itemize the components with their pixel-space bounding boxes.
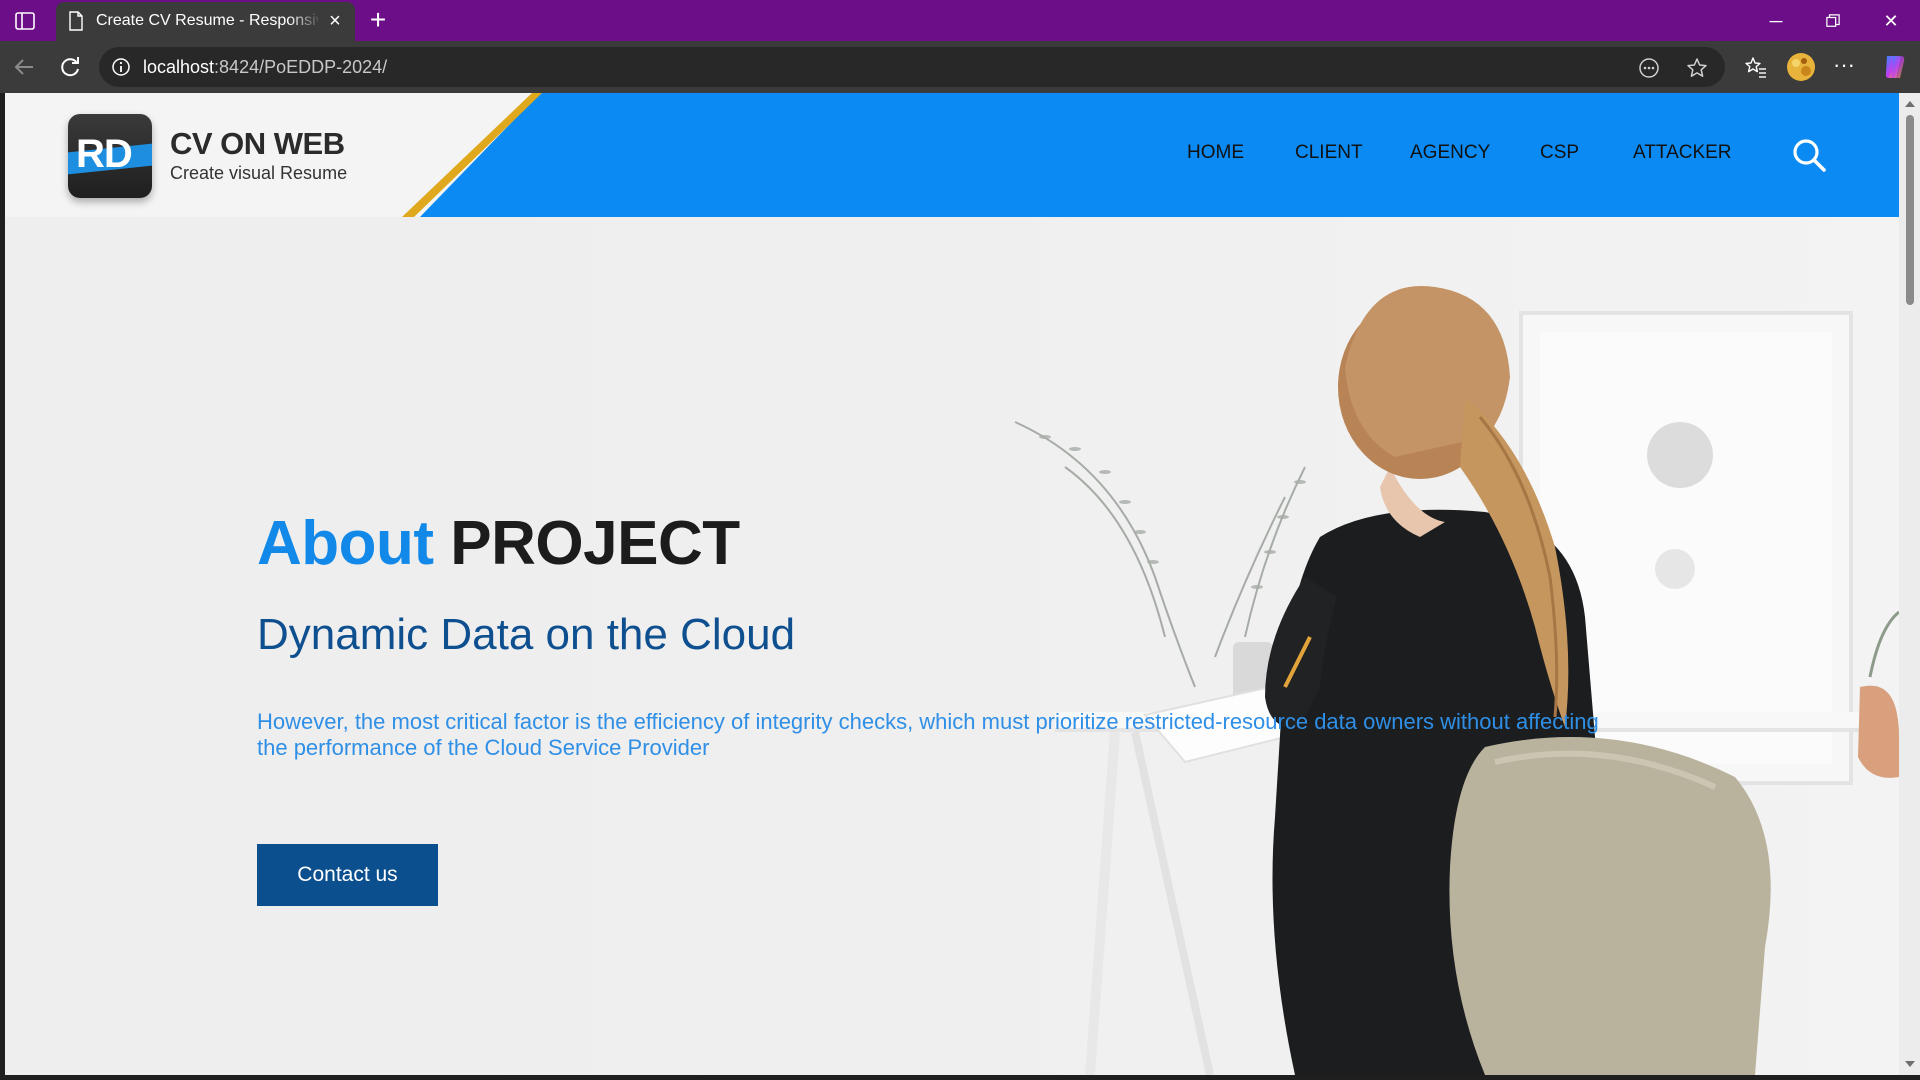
logo-letters: RD: [76, 132, 133, 176]
hero-description: However, the most critical factor is the…: [257, 709, 1599, 760]
hero-section: About PROJECT Dynamic Data on the Cloud …: [5, 217, 1899, 1075]
url-path: :8424/PoEDDP-2024/: [214, 57, 388, 77]
page-icon: [69, 11, 83, 31]
page-scrollbar[interactable]: [1899, 93, 1920, 1075]
site-info-icon[interactable]: [111, 57, 131, 77]
restore-icon[interactable]: [1813, 6, 1853, 36]
hero-background-image: [1014, 286, 1899, 1075]
nav-agency[interactable]: AGENCY: [1410, 142, 1490, 166]
hero-title-rest: PROJECT: [450, 509, 740, 578]
search-icon[interactable]: [1789, 135, 1829, 175]
hero-title: About PROJECT: [257, 508, 740, 579]
scroll-down-arrow-icon[interactable]: [1903, 1057, 1917, 1071]
active-tab[interactable]: Create CV Resume - Responsive HTML ×: [56, 2, 355, 41]
nav-client[interactable]: CLIENT: [1295, 142, 1363, 166]
more-options-icon[interactable]: ···: [1831, 54, 1857, 80]
contact-us-button[interactable]: Contact us: [257, 844, 438, 906]
hero-subtitle: Dynamic Data on the Cloud: [257, 610, 796, 659]
reload-icon[interactable]: [56, 53, 84, 81]
site-logo[interactable]: RD: [68, 114, 152, 198]
favorites-list-icon[interactable]: [1743, 54, 1769, 80]
reading-mode-icon[interactable]: [1637, 56, 1661, 80]
tab-title: Create CV Resume - Responsive HTML: [96, 12, 318, 29]
profile-avatar-icon[interactable]: [1786, 52, 1816, 82]
brand-name[interactable]: CV ON WEB: [170, 126, 345, 162]
copilot-icon[interactable]: [1879, 52, 1909, 82]
url-text[interactable]: localhost:8424/PoEDDP-2024/: [143, 57, 387, 78]
window-close-icon[interactable]: ✕: [1871, 6, 1911, 36]
nav-attacker[interactable]: ATTACKER: [1633, 142, 1732, 166]
tab-title-fade: [288, 6, 322, 36]
new-tab-button[interactable]: +: [364, 6, 392, 35]
favorite-star-icon[interactable]: [1685, 56, 1709, 80]
scroll-thumb[interactable]: [1906, 115, 1914, 305]
url-host: localhost: [143, 57, 215, 77]
nav-csp[interactable]: CSP: [1540, 142, 1579, 166]
site-header: RD CV ON WEB Create visual Resume HOME C…: [5, 93, 1899, 217]
hero-title-accent: About: [257, 509, 434, 578]
nav-home[interactable]: HOME: [1187, 142, 1244, 166]
browser-titlebar: Create CV Resume - Responsive HTML × + ─…: [0, 0, 1920, 41]
back-arrow-icon[interactable]: [11, 53, 39, 81]
address-bar[interactable]: localhost:8424/PoEDDP-2024/: [99, 47, 1725, 87]
scroll-up-arrow-icon[interactable]: [1903, 97, 1917, 111]
minimize-icon[interactable]: ─: [1756, 6, 1796, 36]
browser-toolbar: localhost:8424/PoEDDP-2024/ ···: [0, 41, 1920, 93]
sidebar-toggle-icon[interactable]: [14, 11, 36, 31]
brand-tagline: Create visual Resume: [170, 163, 348, 183]
page-viewport: RD CV ON WEB Create visual Resume HOME C…: [5, 93, 1899, 1075]
tab-close-icon[interactable]: ×: [325, 11, 345, 31]
